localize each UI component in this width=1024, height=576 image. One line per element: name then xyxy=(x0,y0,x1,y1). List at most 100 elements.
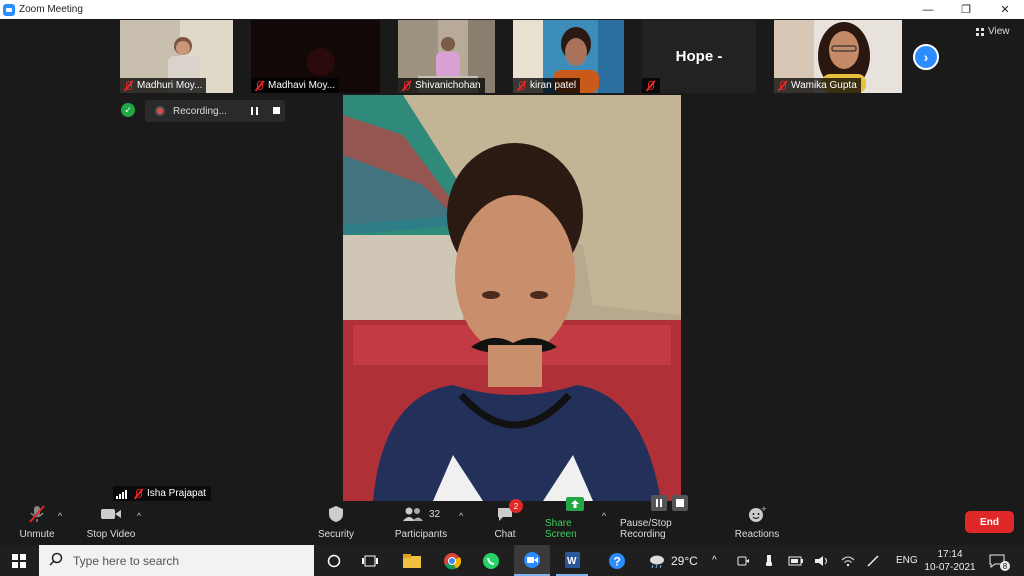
show-hidden-icons-caret-icon[interactable]: ^ xyxy=(712,545,717,576)
windows-start-icon[interactable] xyxy=(0,545,38,576)
recording-label: Recording... xyxy=(173,105,227,117)
restore-button[interactable]: ❐ xyxy=(947,0,985,19)
recording-indicator: Recording... xyxy=(145,100,285,122)
clock[interactable]: 17:14 10-07-2021 xyxy=(924,545,976,576)
security-shield-icon xyxy=(328,505,344,523)
stop-video-button[interactable]: Stop Video xyxy=(84,501,138,545)
next-page-arrow-icon[interactable]: › xyxy=(913,44,939,70)
security-label: Security xyxy=(317,529,355,540)
participants-count: 32 xyxy=(428,508,441,520)
view-label: View xyxy=(988,26,1010,37)
weather-temperature: 29°C xyxy=(671,553,698,568)
audio-options-caret-icon[interactable]: ^ xyxy=(58,511,62,521)
weather-widget[interactable]: 29°C xyxy=(648,545,698,576)
muted-microphone-icon xyxy=(27,505,47,523)
chat-button[interactable]: 2 Chat xyxy=(490,499,523,545)
view-button[interactable]: View xyxy=(976,26,1010,37)
smiley-face-icon: + xyxy=(747,505,767,523)
battery-icon[interactable] xyxy=(788,545,804,576)
recording-dot-icon xyxy=(155,106,165,116)
muted-mic-icon xyxy=(253,80,265,92)
close-button[interactable]: ✕ xyxy=(986,0,1024,19)
participant-tile[interactable]: Wamika Gupta xyxy=(774,20,902,93)
active-speaker-name: Isha Prajapat xyxy=(147,488,206,499)
minimize-button[interactable]: — xyxy=(909,0,947,19)
share-screen-button[interactable]: Share Screen xyxy=(545,497,605,545)
share-screen-icon xyxy=(565,496,585,512)
video-camera-icon xyxy=(100,505,122,523)
participants-label: Participants xyxy=(394,529,448,540)
unmute-label: Unmute xyxy=(19,529,55,540)
unmute-button[interactable]: Unmute xyxy=(14,501,60,545)
participant-tile[interactable]: Madhavi Moy... xyxy=(251,20,380,93)
video-options-caret-icon[interactable]: ^ xyxy=(137,511,141,521)
participant-tile[interactable]: kiran patel xyxy=(513,20,624,93)
window-title: Zoom Meeting xyxy=(19,4,83,15)
share-options-caret-icon[interactable]: ^ xyxy=(602,511,606,521)
svg-text:W: W xyxy=(567,556,577,567)
meeting-toolbar: Unmute ^ Stop Video ^ Security 32 Partic… xyxy=(0,495,1024,545)
muted-mic-icon xyxy=(515,80,527,92)
participant-tile[interactable]: Madhuri Moy... xyxy=(120,20,233,93)
input-language[interactable]: ENG xyxy=(896,545,918,576)
chat-label: Chat xyxy=(494,529,516,540)
word-icon[interactable]: W xyxy=(556,545,588,576)
zoom-window: Zoom Meeting — ❐ ✕ Madhuri Moy... Madhav… xyxy=(0,0,1024,576)
stop-video-label: Stop Video xyxy=(86,529,136,540)
file-explorer-icon[interactable] xyxy=(398,545,426,576)
pause-stop-recording-button[interactable]: Pause/Stop Recording xyxy=(620,495,720,545)
participant-name-label: Madhuri Moy... xyxy=(120,78,207,93)
muted-mic-icon xyxy=(132,488,144,500)
participant-tile[interactable]: Hope - xyxy=(642,20,756,93)
pen-icon[interactable] xyxy=(866,545,880,576)
participants-icon: 32 xyxy=(402,505,440,523)
speaker-video-frame xyxy=(343,95,681,501)
active-speaker-video xyxy=(343,95,681,501)
reactions-label: Reactions xyxy=(734,529,780,540)
share-screen-label: Share Screen xyxy=(545,518,577,540)
security-shield-icon: ✓ xyxy=(121,103,135,117)
participant-name-label: Shivanichohan xyxy=(398,78,485,93)
task-view-icon[interactable] xyxy=(356,545,384,576)
reactions-button[interactable]: + Reactions xyxy=(734,501,780,545)
participants-options-caret-icon[interactable]: ^ xyxy=(459,511,463,521)
meet-now-icon[interactable] xyxy=(736,545,750,576)
svg-text:?: ? xyxy=(614,554,621,568)
signal-strength-icon xyxy=(116,489,128,499)
notifications-button[interactable]: 8 xyxy=(988,545,1010,576)
search-icon xyxy=(49,552,63,569)
help-icon[interactable]: ? xyxy=(603,545,631,576)
participant-name-label: kiran patel xyxy=(513,78,581,93)
participant-tile[interactable]: Shivanichohan xyxy=(398,20,495,93)
chat-unread-badge: 2 xyxy=(509,499,523,513)
cortana-icon[interactable] xyxy=(320,545,348,576)
zoom-taskbar-icon[interactable] xyxy=(514,545,550,576)
taskbar-search-box[interactable]: Type here to search xyxy=(39,545,314,576)
participant-name: kiran patel xyxy=(530,80,577,91)
title-bar: Zoom Meeting — ❐ ✕ xyxy=(0,0,1024,19)
svg-text:+: + xyxy=(761,505,767,513)
end-meeting-button[interactable]: End xyxy=(965,511,1014,533)
stop-recording-icon[interactable] xyxy=(273,107,280,114)
participant-name: Shivanichohan xyxy=(415,80,481,91)
participant-name: Madhavi Moy... xyxy=(268,80,336,91)
muted-mic-icon xyxy=(644,80,654,92)
windows-taskbar: Type here to search W ? 29°C ^ ENG 17:14… xyxy=(0,545,1024,576)
participant-name: Madhuri Moy... xyxy=(137,80,203,91)
rain-cloud-icon xyxy=(650,555,664,568)
chat-bubble-icon: 2 xyxy=(496,499,523,523)
chrome-icon[interactable] xyxy=(438,545,466,576)
pause-recording-icon[interactable] xyxy=(251,107,258,115)
whatsapp-icon[interactable] xyxy=(477,545,505,576)
wifi-icon[interactable] xyxy=(840,545,856,576)
participants-button[interactable]: 32 Participants xyxy=(392,501,450,545)
usb-device-icon[interactable] xyxy=(764,545,774,576)
security-button[interactable]: Security xyxy=(316,501,356,545)
pause-stop-recording-icon xyxy=(650,494,690,512)
gallery-grid-icon xyxy=(976,27,984,36)
clock-date: 10-07-2021 xyxy=(924,561,976,573)
active-speaker-label: Isha Prajapat xyxy=(113,486,211,501)
muted-mic-icon xyxy=(776,80,788,92)
muted-mic-icon xyxy=(400,80,412,92)
volume-icon[interactable] xyxy=(814,545,830,576)
